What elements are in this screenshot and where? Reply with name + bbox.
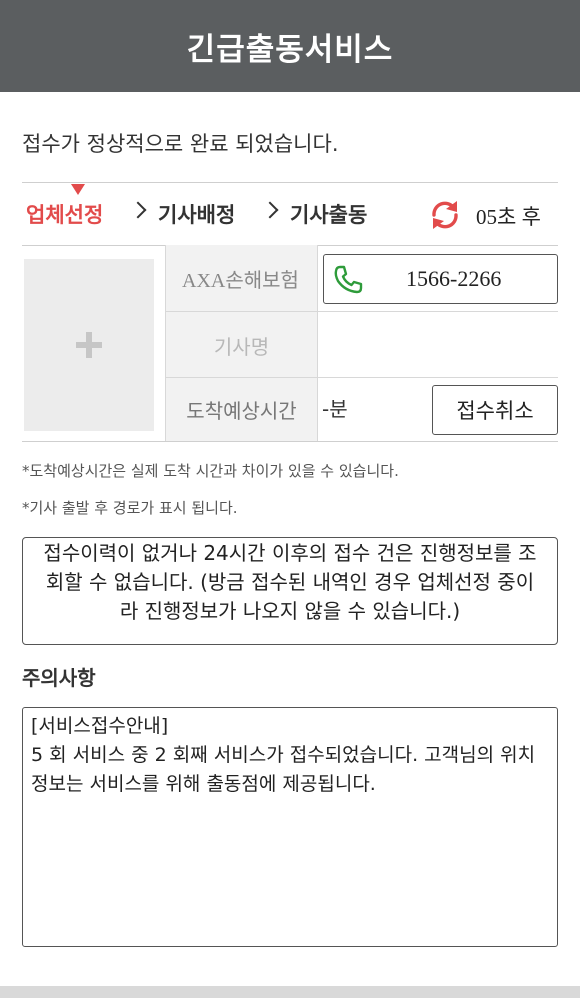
progress-info-box[interactable]: 접수이력이 없거나 24시간 이후의 접수 건은 진행정보를 조회할 수 없습니… [22, 537, 558, 645]
divider [22, 441, 558, 442]
caution-title: 주의사항 [22, 666, 96, 690]
countdown-timer: 05초 후 [476, 205, 541, 229]
status-message: 접수가 정상적으로 완료 되었습니다. [22, 132, 339, 156]
step-company-select: 업체선정 [26, 203, 104, 227]
app-header: 긴급출동서비스 [0, 0, 580, 92]
driver-photo-placeholder [24, 259, 154, 431]
step-driver-assign: 기사배정 [158, 203, 236, 227]
route-notice: *기사 출발 후 경로가 표시 됩니다. [22, 499, 238, 517]
driver-name-label: 기사명 [166, 312, 318, 378]
caution-textarea[interactable]: [서비스접수안내] 5 회 서비스 중 2 회째 서비스가 접수되었습니다. 고… [22, 707, 558, 947]
chevron-right-icon [129, 201, 147, 219]
step-driver-dispatch: 기사출동 [290, 203, 368, 227]
refresh-icon[interactable] [428, 198, 462, 232]
caution-body: 5 회 서비스 중 2 회째 서비스가 접수되었습니다. 고객님의 위치정보는 … [31, 744, 536, 795]
bottom-bar [0, 986, 580, 998]
divider [22, 182, 558, 183]
caution-heading: [서비스접수안내] [31, 715, 169, 737]
dispatch-info-table: AXA손해보험 1566-2266 기사명 도착예상시간 -분 접수취소 [22, 245, 558, 441]
cancel-request-button[interactable]: 접수취소 [432, 385, 558, 435]
plus-icon [76, 332, 102, 358]
call-button[interactable]: 1566-2266 [323, 254, 558, 304]
progress-steps: 업체선정 기사배정 기사출동 05초 후 [22, 184, 558, 244]
company-name: AXA손해보험 [166, 245, 318, 311]
eta-disclaimer: *도착예상시간은 실제 도착 시간과 차이가 있을 수 있습니다. [22, 462, 399, 480]
phone-number: 1566-2266 [406, 266, 502, 291]
phone-icon [334, 265, 363, 294]
page-title: 긴급출동서비스 [186, 31, 394, 68]
eta-value: -분 [322, 397, 348, 421]
eta-label: 도착예상시간 [166, 378, 318, 441]
chevron-right-icon [261, 201, 279, 219]
current-step-marker [71, 184, 85, 195]
